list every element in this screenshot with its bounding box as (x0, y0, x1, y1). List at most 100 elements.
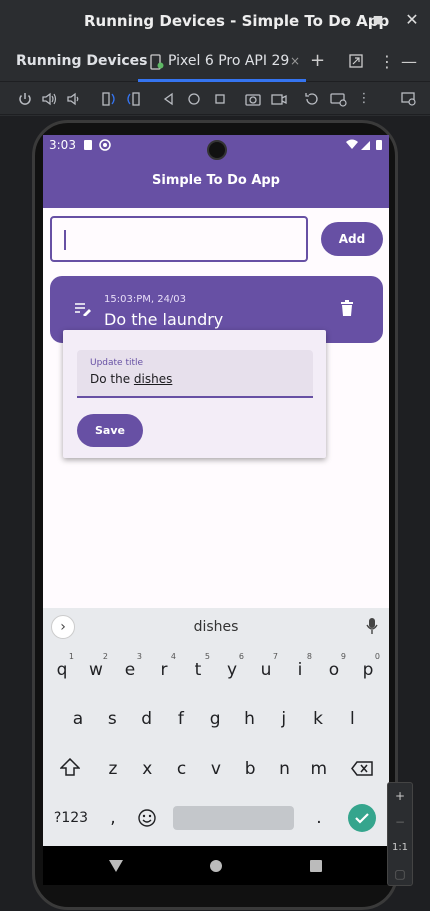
power-icon[interactable] (16, 90, 34, 108)
close-button[interactable]: ✕ (402, 10, 422, 29)
app-bar: Simple To Do App (43, 155, 389, 208)
key-g[interactable]: g (199, 699, 231, 739)
space-bar[interactable] (173, 806, 294, 830)
key-a[interactable]: a (62, 699, 94, 739)
more-options-icon[interactable]: ⋮ (379, 52, 395, 71)
tab-label: Pixel 6 Pro API 29 (168, 53, 290, 69)
minimize-button[interactable]: – (336, 10, 356, 29)
update-title-value: Do the dishes (90, 372, 173, 386)
front-camera (207, 140, 227, 160)
fit-screen-icon[interactable]: ▢ (388, 861, 412, 887)
suggestion-word[interactable]: dishes (43, 619, 389, 635)
key-hint: 8 (306, 652, 312, 661)
key-r[interactable]: r4 (148, 650, 180, 690)
snapshot-icon[interactable] (303, 90, 321, 108)
key-u[interactable]: u7 (250, 650, 282, 690)
delete-icon[interactable] (340, 300, 354, 316)
key-hint: 9 (340, 652, 346, 661)
key-hint: 5 (204, 652, 210, 661)
key-v[interactable]: v (200, 749, 232, 789)
key-y[interactable]: y6 (216, 650, 248, 690)
symbols-key[interactable]: ?123 (51, 798, 91, 838)
key-j[interactable]: j (268, 699, 300, 739)
overview-icon[interactable] (211, 90, 229, 108)
signal-battery-icons (346, 139, 382, 150)
key-z[interactable]: z (97, 749, 129, 789)
composing-word: dishes (133, 372, 173, 386)
key-h[interactable]: h (234, 699, 266, 739)
rotate-left-icon[interactable] (100, 90, 118, 108)
key-d[interactable]: d (131, 699, 163, 739)
inspect-icon[interactable] (400, 90, 418, 108)
todo-text: Do the laundry (104, 310, 224, 329)
new-todo-input[interactable] (50, 216, 308, 262)
emoji-icon[interactable] (137, 808, 157, 828)
screenshot-icon[interactable] (244, 90, 262, 108)
update-title-label: Update title (90, 358, 144, 368)
back-icon[interactable] (160, 90, 178, 108)
nav-recents-icon[interactable] (309, 859, 323, 873)
key-t[interactable]: t5 (182, 650, 214, 690)
system-navigation-bar (43, 846, 389, 885)
volume-down-icon[interactable] (64, 90, 82, 108)
update-title-field[interactable]: Update title Do the dishes (77, 350, 313, 398)
key-k[interactable]: k (302, 699, 334, 739)
key-n[interactable]: n (269, 749, 301, 789)
key-hint: 0 (374, 652, 380, 661)
edit-note-icon[interactable] (74, 302, 92, 316)
app-title: Simple To Do App (152, 173, 280, 188)
zoom-in-button[interactable]: + (388, 783, 412, 809)
zoom-out-button[interactable]: − (388, 809, 412, 835)
key-q[interactable]: q1 (46, 650, 78, 690)
check-icon (355, 813, 369, 824)
add-button[interactable]: Add (321, 222, 383, 256)
key-l[interactable]: l (336, 699, 368, 739)
keyboard-settings-icon[interactable] (329, 90, 347, 108)
tool-window-header: Running Devices Pixel 6 Pro API 29 × + ⋮… (0, 42, 430, 82)
period-key[interactable]: . (303, 798, 335, 838)
status-time: 3:03 (49, 138, 76, 152)
update-dialog: Update title Do the dishes Save (63, 330, 326, 458)
key-c[interactable]: c (166, 749, 198, 789)
device-screen[interactable]: 3:03 Simple To Do App Add 15:03:PM, 24/0… (43, 135, 389, 885)
key-i[interactable]: i8 (284, 650, 316, 690)
save-button[interactable]: Save (77, 414, 143, 447)
window-title-bar: Running Devices - Simple To Do App – ■ ✕ (0, 0, 430, 42)
volume-up-icon[interactable] (40, 90, 58, 108)
key-p[interactable]: p0 (352, 650, 384, 690)
enter-key[interactable] (348, 804, 376, 832)
text-cursor (64, 230, 66, 250)
key-f[interactable]: f (165, 699, 197, 739)
key-w[interactable]: w2 (80, 650, 112, 690)
nav-home-icon[interactable] (209, 859, 223, 873)
key-e[interactable]: e3 (114, 650, 146, 690)
screen-record-icon[interactable] (270, 90, 288, 108)
shift-icon[interactable] (60, 758, 80, 776)
backspace-icon[interactable] (351, 761, 373, 776)
key-hint: 7 (272, 652, 278, 661)
toolbar-more-icon[interactable]: ⋮ (355, 90, 373, 108)
tab-pixel-6-pro[interactable]: Pixel 6 Pro API 29 × (138, 42, 310, 82)
comma-key[interactable]: , (97, 798, 129, 838)
tab-close-icon[interactable]: × (290, 54, 300, 68)
key-hint: 2 (102, 652, 108, 661)
key-s[interactable]: s (96, 699, 128, 739)
soft-keyboard: › dishes q1w2e3r4t5y6u7i8o9p0 asdfghjkl … (43, 608, 389, 846)
rotate-right-icon[interactable] (124, 90, 142, 108)
key-m[interactable]: m (303, 749, 335, 789)
key-hint: 6 (238, 652, 244, 661)
active-tab-indicator (138, 79, 306, 82)
add-tab-icon[interactable]: + (310, 50, 325, 71)
nav-back-icon[interactable] (108, 859, 124, 873)
key-b[interactable]: b (234, 749, 266, 789)
device-toolbar: ⋮ (0, 83, 430, 115)
maximize-button[interactable]: ■ (368, 13, 388, 26)
home-icon[interactable] (185, 90, 203, 108)
actual-size-button[interactable]: 1:1 (388, 835, 412, 861)
key-o[interactable]: o9 (318, 650, 350, 690)
hide-icon[interactable]: — (401, 52, 417, 71)
key-x[interactable]: x (131, 749, 163, 789)
microphone-icon[interactable] (366, 617, 378, 635)
key-hint: 3 (136, 652, 142, 661)
layout-icon[interactable] (349, 54, 363, 68)
